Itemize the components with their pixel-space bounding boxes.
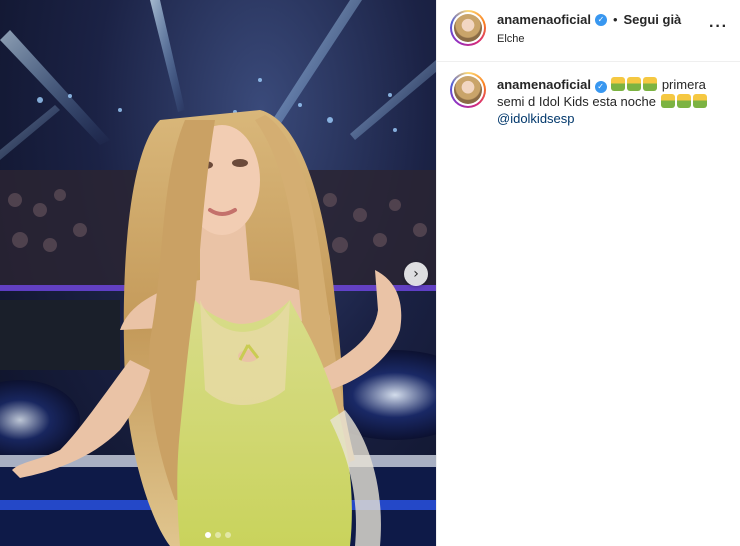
- more-options-icon[interactable]: ···: [709, 18, 728, 36]
- carousel-indicator: [0, 532, 436, 538]
- post-photo[interactable]: ›: [0, 0, 436, 546]
- person-emoji-icon: [627, 77, 642, 91]
- caption-text: anamenaoficial ✓ primera semi d Idol Kid…: [497, 76, 733, 127]
- person-emoji-icon: [676, 94, 691, 108]
- post-header: anamenaoficial ✓ • Segui già Elche ···: [437, 0, 740, 62]
- carousel-next-button[interactable]: ›: [404, 262, 428, 286]
- caption: anamenaoficial ✓ primera semi d Idol Kid…: [437, 62, 740, 137]
- person-emoji-icon: [611, 77, 626, 91]
- person-emoji-icon: [692, 94, 707, 108]
- avatar[interactable]: [450, 10, 486, 46]
- person-emoji-icon: [660, 94, 675, 108]
- following-button[interactable]: Segui già: [624, 12, 682, 27]
- verified-icon: ✓: [594, 13, 607, 26]
- mention-link[interactable]: @idolkidsesp: [497, 111, 575, 126]
- caption-avatar[interactable]: [450, 72, 486, 108]
- person-emoji-icon: [643, 77, 658, 91]
- carousel-dot: [225, 532, 231, 538]
- separator: •: [612, 12, 618, 27]
- caption-username-link[interactable]: anamenaoficial: [497, 77, 591, 92]
- location-link[interactable]: Elche: [497, 33, 525, 45]
- carousel-dot: [215, 532, 221, 538]
- carousel-dot: [205, 532, 211, 538]
- chevron-right-icon: ›: [413, 266, 419, 282]
- post-details: anamenaoficial ✓ • Segui già Elche ··· a…: [436, 0, 740, 546]
- verified-icon: ✓: [594, 80, 607, 93]
- photo-illustration: [0, 0, 436, 546]
- username-link[interactable]: anamenaoficial: [497, 12, 591, 27]
